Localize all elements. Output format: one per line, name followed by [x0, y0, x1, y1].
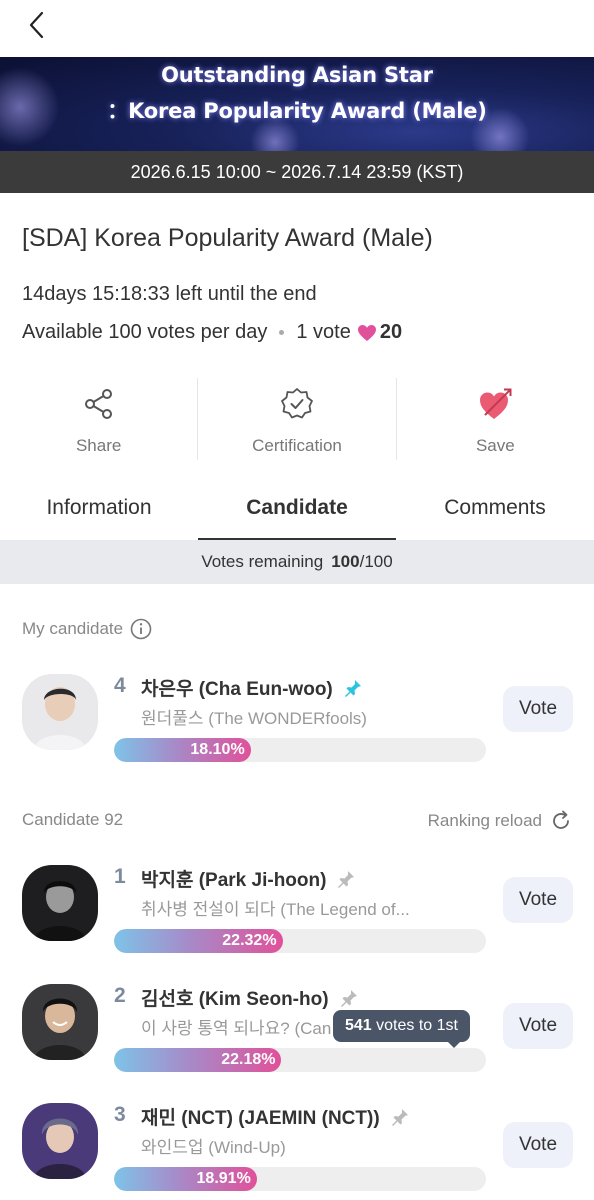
separator-dot — [279, 330, 285, 335]
vote-button[interactable]: Vote — [503, 877, 573, 923]
action-row: Share Certification Save — [0, 378, 594, 460]
vote-progress-bar: 22.32% — [114, 929, 486, 953]
avatar — [22, 865, 98, 941]
candidate-photo — [22, 674, 98, 750]
candidate-name-row: 김선호 (Kim Seon-ho) — [141, 984, 359, 1011]
info-icon[interactable] — [130, 618, 152, 640]
heart-count: 20 — [379, 321, 403, 343]
share-label: Share — [75, 436, 122, 455]
pin-icon[interactable] — [336, 869, 356, 889]
avatar — [22, 984, 98, 1060]
candidate-name-row: 박지훈 (Park Ji-hoon) — [141, 865, 356, 892]
award-title: [SDA] Korea Popularity Award (Male) — [22, 224, 433, 252]
votes-remaining-bar: Votes remaining 100/100 — [0, 540, 594, 584]
candidate-name-row: 차은우 (Cha Eun-woo) — [141, 674, 363, 701]
heart-icon — [357, 324, 376, 341]
reload-icon — [553, 810, 569, 829]
available-votes: Available 100 votes per day — [22, 321, 268, 343]
my-candidate-header: My candidate — [22, 618, 152, 640]
candidate-count: Candidate 92 — [22, 810, 124, 829]
votes-remaining-label: Votes remaining — [201, 552, 324, 571]
vote-progress-bar: 18.10% — [114, 738, 486, 762]
candidate-name: 차은우 (Cha Eun-woo) — [141, 679, 333, 700]
candidate-row: 3 재민 (NCT) (JAEMIN (NCT)) 와인드업 (Wind-Up)… — [0, 1103, 594, 1200]
vote-percent: 22.18% — [221, 1051, 276, 1068]
time-remaining: 14days 15:18:33 left until the end — [22, 283, 317, 305]
vote-progress-fill: 22.32% — [114, 929, 283, 953]
pin-icon[interactable] — [339, 988, 359, 1008]
my-candidate-card: 4 차은우 (Cha Eun-woo) 원더풀스 (The WONDERfool… — [0, 674, 594, 784]
candidate-rank: 1 — [114, 865, 126, 888]
heart-arrow-icon — [480, 388, 512, 419]
vote-progress-bar: 18.91% — [114, 1167, 486, 1191]
certification-button[interactable]: Certification — [197, 378, 395, 460]
tab-bar: Information Candidate Comments — [0, 488, 594, 540]
my-candidate-label: My candidate — [22, 619, 124, 638]
banner-title-line2: ：Korea Popularity Award (Male) — [107, 99, 487, 123]
back-arrow-icon[interactable] — [22, 8, 56, 42]
candidate-name: 박지훈 (Park Ji-hoon) — [141, 870, 327, 891]
vote-cost: 1 vote — [296, 321, 351, 343]
candidate-rank: 2 — [114, 984, 126, 1007]
candidate-name-row: 재민 (NCT) (JAEMIN (NCT)) — [141, 1103, 410, 1130]
tab-candidate[interactable]: Candidate — [198, 488, 396, 540]
candidate-subtitle: 원더풀스 (The WONDERfools) — [141, 709, 367, 728]
vote-percent: 22.32% — [222, 932, 277, 949]
candidate-row: 2 김선호 (Kim Seon-ho) 이 사랑 통역 되나요? (Can 22… — [0, 984, 594, 1094]
award-banner: Outstanding Asian Star ：Korea Popularity… — [0, 57, 594, 151]
vote-progress-fill: 18.91% — [114, 1167, 257, 1191]
votes-remaining-current: 100 — [331, 552, 360, 571]
save-label: Save — [475, 436, 515, 455]
ranking-reload-label: Ranking reload — [427, 811, 542, 830]
candidate-subtitle: 와인드업 (Wind-Up) — [141, 1138, 286, 1157]
pin-icon[interactable] — [343, 678, 363, 698]
votes-remaining-total: /100 — [359, 552, 393, 571]
candidate-name: 김선호 (Kim Seon-ho) — [141, 989, 329, 1010]
share-icon — [84, 389, 112, 419]
vote-percent: 18.91% — [196, 1170, 251, 1187]
vote-progress-bar: 22.18% — [114, 1048, 486, 1072]
candidate-row: 1 박지훈 (Park Ji-hoon) 취사병 전설이 되다 (The Leg… — [0, 865, 594, 975]
avatar — [22, 1103, 98, 1179]
vote-button[interactable]: Vote — [503, 1122, 573, 1168]
vote-percent: 18.10% — [190, 741, 245, 758]
pin-icon[interactable] — [390, 1107, 410, 1127]
banner-title-line1: Outstanding Asian Star — [161, 63, 433, 87]
vote-progress-fill: 18.10% — [114, 738, 251, 762]
candidate-rank: 4 — [114, 674, 126, 697]
votes-to-first-count: 541 — [345, 1017, 372, 1034]
candidate-photo — [22, 1103, 98, 1179]
votes-info: Available 100 votes per day 1 vote 20 — [22, 321, 402, 344]
save-button[interactable]: Save — [395, 378, 594, 460]
candidate-photo — [22, 984, 98, 1060]
top-bar — [0, 0, 594, 57]
vote-button[interactable]: Vote — [503, 686, 573, 732]
candidate-subtitle: 취사병 전설이 되다 (The Legend of... — [141, 900, 410, 919]
vote-progress-fill: 22.18% — [114, 1048, 282, 1072]
avatar — [22, 674, 98, 750]
share-button[interactable]: Share — [0, 378, 197, 460]
votes-to-first-text: votes to 1st — [376, 1017, 458, 1034]
ranking-reload-button[interactable]: Ranking reload — [428, 810, 572, 832]
certification-label: Certification — [252, 436, 342, 455]
tab-comments[interactable]: Comments — [396, 488, 594, 540]
votes-to-first-tooltip: 541 votes to 1st — [333, 1010, 470, 1048]
tab-information[interactable]: Information — [0, 488, 198, 540]
voting-period: 2026.6.15 10:00 ~ 2026.7.14 23:59 (KST) — [0, 151, 594, 193]
candidate-rank: 3 — [114, 1103, 126, 1126]
vote-button[interactable]: Vote — [503, 1003, 573, 1049]
certification-badge-icon — [281, 388, 313, 419]
candidate-photo — [22, 865, 98, 941]
candidate-name: 재민 (NCT) (JAEMIN (NCT)) — [141, 1108, 380, 1129]
